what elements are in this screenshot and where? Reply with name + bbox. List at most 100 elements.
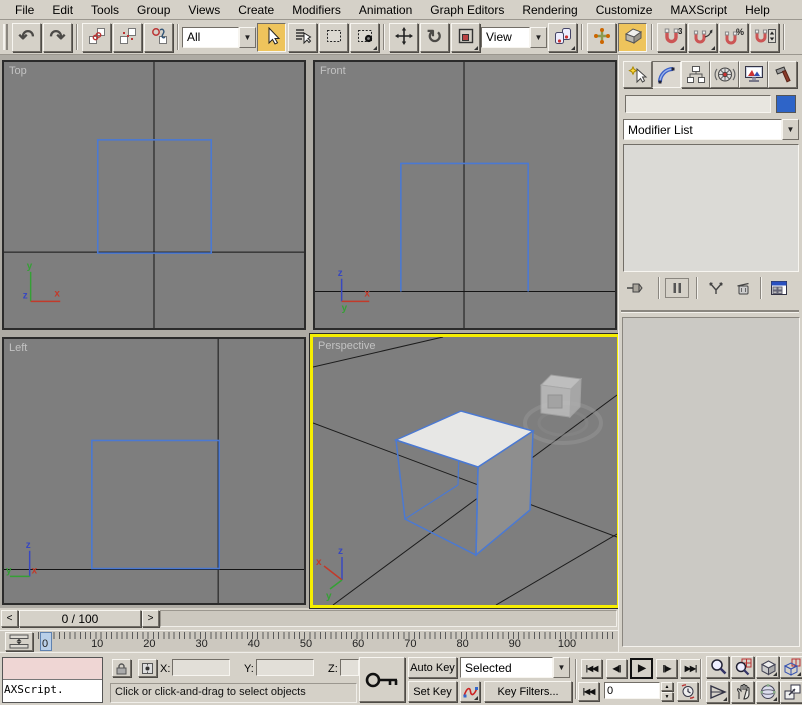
arc-rotate-button[interactable] [756, 681, 779, 703]
menu-help[interactable]: Help [736, 1, 779, 19]
menu-create[interactable]: Create [229, 1, 283, 19]
select-by-name-button[interactable] [288, 23, 317, 52]
tab-modify[interactable] [652, 61, 681, 88]
menu-rendering[interactable]: Rendering [513, 1, 586, 19]
field-of-view-button[interactable] [706, 681, 729, 703]
menu-edit[interactable]: Edit [43, 1, 82, 19]
percent-snap-toggle-button[interactable]: % [719, 23, 748, 52]
y-coordinate-field[interactable] [256, 659, 314, 676]
select-and-manipulate-button[interactable] [587, 23, 616, 52]
use-pivot-point-center-button[interactable] [548, 23, 577, 52]
show-end-result-button[interactable] [665, 278, 689, 298]
undo-button[interactable]: ↶ [12, 23, 41, 52]
maxscript-listener-field[interactable]: AXScript. [3, 680, 102, 702]
modifier-stack-list[interactable] [623, 144, 799, 272]
select-and-scale-button[interactable] [451, 23, 480, 52]
time-slider-next-button[interactable]: > [142, 610, 159, 627]
modifier-list-dropdown[interactable]: Modifier List ▼ [623, 119, 799, 140]
ghost-cube[interactable] [525, 375, 601, 443]
time-slider-track[interactable] [160, 610, 617, 627]
zoom-extents-all-button[interactable] [780, 656, 802, 678]
x-coordinate-field[interactable] [172, 659, 230, 676]
table-object-perspective[interactable] [396, 411, 533, 555]
menu-group[interactable]: Group [128, 1, 179, 19]
dropdown-arrow-icon[interactable]: ▼ [239, 27, 256, 48]
z-coordinate-field[interactable] [340, 659, 359, 676]
min-max-toggle-button[interactable] [780, 681, 802, 703]
viewport-left[interactable]: Left z y x [2, 337, 306, 605]
pin-stack-button[interactable] [624, 278, 648, 298]
dropdown-arrow-icon[interactable]: ▼ [553, 657, 570, 678]
key-mode-toggle-button[interactable]: |◀◀ [578, 682, 599, 701]
snaps-toggle-3d-button[interactable]: 3 [657, 23, 686, 52]
pan-button[interactable] [731, 681, 754, 703]
tab-display[interactable] [739, 61, 768, 88]
menu-graph-editors[interactable]: Graph Editors [421, 1, 513, 19]
viewport-front[interactable]: Front z y x [313, 60, 617, 330]
tab-motion[interactable] [710, 61, 739, 88]
macro-recorder-field[interactable] [3, 658, 102, 680]
select-object-button[interactable] [257, 23, 286, 52]
toolbar-grip[interactable] [3, 24, 8, 50]
tab-create[interactable] [623, 61, 652, 88]
dropdown-arrow-icon[interactable]: ▼ [530, 27, 547, 48]
select-and-rotate-button[interactable]: ↻ [420, 23, 449, 52]
table-wireframe-front[interactable] [401, 163, 528, 291]
time-slider-prev-button[interactable]: < [1, 610, 18, 627]
redo-button[interactable]: ↷ [43, 23, 72, 52]
current-frame-field[interactable] [604, 682, 660, 699]
go-to-end-button[interactable]: ▶▶| [680, 659, 701, 678]
dropdown-arrow-icon[interactable]: ▼ [782, 119, 799, 140]
menu-animation[interactable]: Animation [350, 1, 421, 19]
angle-snap-toggle-button[interactable] [688, 23, 717, 52]
zoom-all-button[interactable] [731, 656, 754, 678]
time-slider-thumb[interactable]: 0 / 100 [19, 610, 141, 627]
select-and-link-button[interactable] [82, 23, 111, 52]
time-configuration-button[interactable] [677, 682, 698, 701]
zoom-button[interactable] [706, 656, 729, 678]
object-color-swatch[interactable] [776, 95, 796, 113]
play-button[interactable]: ▶ [630, 658, 653, 679]
configure-modifier-sets-button[interactable] [767, 278, 791, 298]
maxscript-mini-listener[interactable]: AXScript. [2, 657, 103, 703]
previous-frame-button[interactable]: ◀|| [606, 659, 627, 678]
absolute-offset-mode-toggle[interactable] [138, 659, 157, 677]
table-wireframe-left[interactable] [92, 440, 219, 568]
reference-coordinate-system-dropdown[interactable]: View ▼ [481, 27, 547, 48]
object-name-field[interactable] [625, 95, 771, 113]
set-keys-button[interactable] [359, 657, 405, 702]
zoom-extents-button[interactable] [756, 656, 779, 678]
menu-tools[interactable]: Tools [82, 1, 128, 19]
next-frame-button[interactable]: ||▶ [656, 659, 677, 678]
unlink-selection-button[interactable] [113, 23, 142, 52]
spinner-snap-toggle-button[interactable] [750, 23, 779, 52]
select-and-move-button[interactable] [389, 23, 418, 52]
menu-views[interactable]: Views [179, 1, 229, 19]
spinner-down-icon[interactable]: ▼ [661, 692, 673, 701]
remove-modifier-button[interactable] [731, 278, 755, 298]
open-mini-curve-editor-button[interactable] [5, 632, 33, 651]
frame-spinner[interactable]: ▲ ▼ [661, 682, 673, 701]
tab-hierarchy[interactable] [681, 61, 710, 88]
track-bar[interactable]: 0102030405060708090100 [0, 630, 618, 651]
go-to-start-button[interactable]: |◀◀ [581, 659, 602, 678]
rectangular-selection-region-button[interactable] [319, 23, 348, 52]
viewport-perspective[interactable]: Perspective [310, 334, 620, 608]
menu-maxscript[interactable]: MAXScript [661, 1, 736, 19]
selection-lock-toggle[interactable] [112, 659, 131, 677]
menu-customize[interactable]: Customize [587, 1, 662, 19]
spinner-up-icon[interactable]: ▲ [661, 682, 673, 691]
tab-utilities[interactable] [768, 61, 797, 88]
viewport-top[interactable]: Top y z x [2, 60, 306, 330]
selection-set-dropdown[interactable]: Selected ▼ [460, 657, 570, 678]
key-filters-button[interactable]: Key Filters... [484, 681, 572, 702]
selection-filter-dropdown[interactable]: All ▼ [182, 27, 256, 48]
set-key-button[interactable]: Set Key [408, 681, 457, 702]
menu-modifiers[interactable]: Modifiers [283, 1, 350, 19]
default-tangent-button[interactable] [460, 681, 480, 702]
auto-key-button[interactable]: Auto Key [408, 657, 457, 678]
menu-file[interactable]: File [6, 1, 43, 19]
keyboard-shortcut-override-toggle[interactable] [618, 23, 647, 52]
make-unique-button[interactable] [704, 278, 728, 298]
window-crossing-toggle-button[interactable] [350, 23, 379, 52]
